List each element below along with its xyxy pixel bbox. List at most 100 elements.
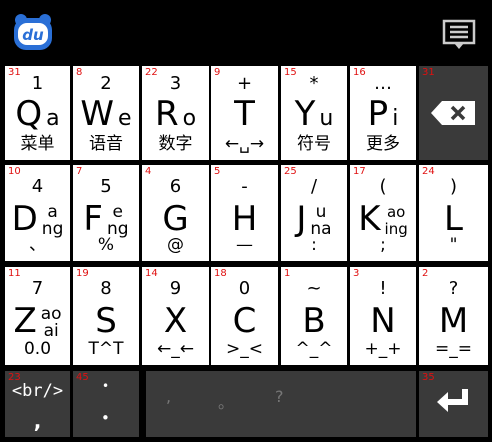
key-w[interactable]: 8 2 We 语音: [73, 66, 139, 160]
key-digit: 6: [169, 176, 182, 197]
key-digit: ?: [448, 278, 459, 299]
dot-top-label: •: [102, 379, 110, 393]
space-key[interactable]: , 。 ?: [146, 371, 416, 437]
key-d[interactable]: 10 4 Da ng 、: [5, 165, 70, 261]
key-sub-label: 数字: [158, 134, 193, 154]
key-j[interactable]: 25 / Ju na :: [281, 165, 347, 261]
key-sub-label: %: [97, 235, 115, 255]
comma-label: ,: [33, 409, 42, 433]
key-digit: 1: [31, 73, 44, 94]
br-tag-label: <br/>: [11, 381, 64, 401]
key-t[interactable]: 9 + T ←␣→: [211, 66, 278, 160]
key-digit: 4: [31, 176, 44, 197]
key-letter: Qa: [15, 94, 60, 134]
key-sub-label: 菜单: [20, 134, 55, 154]
key-digit: 5: [100, 176, 112, 197]
key-digit: 8: [100, 278, 112, 299]
key-f[interactable]: 7 5 Fe ng %: [73, 165, 139, 261]
key-sub-label: ←_←: [157, 339, 194, 359]
key-letter: Ro: [154, 94, 197, 134]
key-digit: 0: [238, 278, 251, 299]
key-index: 45: [76, 372, 89, 383]
key-q[interactable]: 31 1 Qa 菜单: [5, 66, 70, 160]
key-digit: …: [374, 73, 392, 94]
key-letter: Fe ng: [83, 199, 129, 239]
toolbar: du: [0, 0, 492, 64]
key-digit: -: [241, 176, 248, 197]
key-letter: L: [444, 199, 463, 239]
key-l[interactable]: 24 ) L ": [419, 165, 488, 261]
key-s[interactable]: 19 8 S T^T: [73, 267, 139, 365]
key-digit: !: [379, 278, 387, 299]
key-sub-label: :: [311, 235, 317, 255]
key-sub-label: ": [449, 235, 458, 255]
key-letter: S: [95, 301, 117, 341]
space-question-mark: ?: [275, 387, 284, 406]
dot-bottom-label: •: [101, 409, 110, 427]
key-y[interactable]: 15 * Yu 符号: [281, 66, 347, 160]
key-letter: X: [163, 301, 188, 341]
key-sub-label: ←␣→: [224, 134, 265, 154]
key-digit: (: [379, 176, 387, 197]
key-sub-label: 0.0: [23, 339, 52, 359]
key-letter: Pi: [367, 94, 399, 134]
key-letter: H: [231, 199, 258, 239]
key-letter: T: [234, 94, 255, 134]
key-digit: ): [449, 176, 458, 197]
key-x[interactable]: 14 9 X ←_←: [142, 267, 209, 365]
key-c[interactable]: 18 0 C >_<: [211, 267, 278, 365]
key-sub-label: 更多: [366, 134, 400, 154]
space-comma-mark: ,: [166, 387, 172, 406]
key-m[interactable]: 2 ? M =_=: [419, 267, 488, 365]
key-letter: Da ng: [11, 199, 64, 239]
key-letter: Yu: [294, 94, 334, 134]
tag-key[interactable]: 23 <br/> ,: [5, 371, 70, 437]
key-sub-label: @: [167, 235, 184, 255]
key-letter: C: [232, 301, 257, 341]
enter-icon: [437, 389, 468, 412]
key-letter: B: [302, 301, 326, 341]
key-letter: G: [162, 199, 189, 239]
key-sub-label: +_+: [364, 339, 402, 359]
key-sub-label: 、: [29, 235, 46, 255]
key-letter: N: [370, 301, 396, 341]
key-sub-label: T^T: [88, 339, 124, 359]
menu-icon[interactable]: [440, 18, 478, 52]
backspace-icon: [431, 101, 475, 125]
key-sub-label: —: [236, 235, 253, 255]
backspace-key[interactable]: 31: [419, 66, 488, 160]
key-n[interactable]: 3 ! N +_+: [350, 267, 416, 365]
key-digit: *: [309, 73, 319, 94]
key-letter: M: [438, 301, 469, 341]
key-letter: Ju na: [296, 199, 332, 239]
key-digit: 7: [31, 278, 44, 299]
space-period-mark: 。: [218, 393, 235, 412]
key-sub-label: >_<: [226, 339, 263, 359]
key-digit: 2: [100, 73, 112, 94]
key-letter: Zao ai: [13, 301, 62, 341]
key-digit: ~: [306, 278, 322, 299]
logo-text: du: [22, 26, 44, 44]
key-digit: /: [310, 176, 318, 197]
key-digit: 3: [169, 73, 182, 94]
key-index: 31: [422, 67, 435, 78]
baidu-logo-icon[interactable]: du: [12, 12, 54, 52]
key-sub-label: 符号: [297, 134, 331, 154]
key-r[interactable]: 22 3 Ro 数字: [142, 66, 209, 160]
key-digit: 9: [169, 278, 182, 299]
key-b[interactable]: 1 ~ B ^_^: [281, 267, 347, 365]
key-letter: We: [80, 94, 132, 134]
key-sub-label: ^_^: [295, 339, 333, 359]
key-p[interactable]: 16 … Pi 更多: [350, 66, 416, 160]
key-k[interactable]: 17 ( Kao ing ;: [350, 165, 416, 261]
key-h[interactable]: 5 - H —: [211, 165, 278, 261]
key-digit: +: [236, 73, 253, 94]
key-index: 35: [422, 372, 435, 383]
key-sub-label: 语音: [89, 134, 123, 154]
enter-key[interactable]: 35: [419, 371, 488, 437]
key-g[interactable]: 4 6 G @: [142, 165, 209, 261]
key-sub-label: ;: [380, 235, 386, 255]
key-letter: Kao ing: [358, 199, 408, 239]
dot-key[interactable]: 45 • •: [73, 371, 139, 437]
key-z[interactable]: 11 7 Zao ai 0.0: [5, 267, 70, 365]
